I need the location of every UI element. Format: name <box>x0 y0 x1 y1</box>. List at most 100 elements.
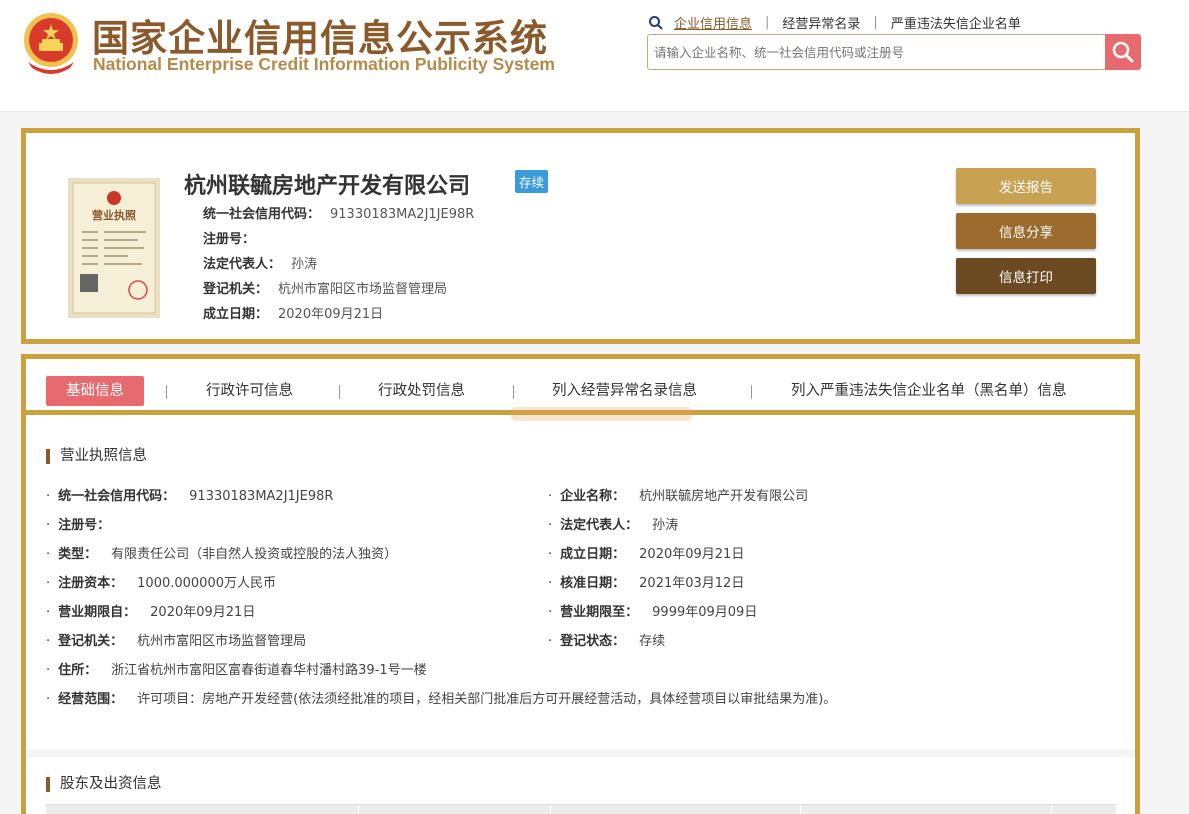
field-reg-number: · 注册号： <box>46 514 124 533</box>
field-reg-status: · 登记状态： 存续 <box>548 630 665 649</box>
tab-separator <box>513 385 514 399</box>
summary-label: 登记机关： <box>203 282 269 297</box>
field-approved: · 核准日期： 2021年03月12日 <box>548 572 744 591</box>
site-title-en: National Enterprise Credit Information P… <box>93 54 555 74</box>
field-label: 核准日期： <box>560 576 626 591</box>
bullet: · <box>46 547 51 562</box>
bullet: · <box>548 489 553 504</box>
field-founded: · 成立日期： 2020年09月21日 <box>548 543 744 562</box>
bullet: · <box>46 634 51 649</box>
field-value: 有限责任公司（非自然人投资或控股的法人独资） <box>111 547 398 562</box>
field-value: 2021年03月12日 <box>639 576 745 591</box>
field-label: 经营范围： <box>58 692 124 707</box>
bullet: · <box>46 576 51 591</box>
section-title-license: 营业执照信息 <box>46 449 147 464</box>
search-bar <box>647 34 1141 70</box>
field-capital: · 注册资本： 1000.000000万人民币 <box>46 572 276 591</box>
field-company-name: · 企业名称： 杭州联毓房地产开发有限公司 <box>548 485 808 504</box>
tab-admin-license[interactable]: 行政许可信息 <box>206 376 293 406</box>
nav-separator: | <box>765 15 770 30</box>
field-credit-code: · 统一社会信用代码： 91330183MA2J1JE98R <box>46 485 333 504</box>
nav-link-abnormal-list[interactable]: 经营异常名录 <box>782 13 860 32</box>
summary-label: 法定代表人： <box>203 257 282 272</box>
share-info-button[interactable]: 信息分享 <box>956 213 1096 249</box>
field-type: · 类型： 有限责任公司（非自然人投资或控股的法人独资） <box>46 543 397 562</box>
table-col-divider <box>1051 805 1052 814</box>
search-icon <box>1112 41 1134 63</box>
company-summary-card: 营业执照 杭州联毓房地产开发有限公司 存续 统一社会信用代码： 91330183M… <box>21 128 1140 344</box>
summary-value: 91330183MA2J1JE98R <box>330 207 475 222</box>
field-value: 浙江省杭州市富阳区富春街道春华村潘村路39-1号一楼 <box>111 663 427 678</box>
nav-link-credit-info[interactable]: 企业信用信息 <box>674 13 752 32</box>
tab-separator <box>339 385 340 399</box>
summary-row-legal-rep: 法定代表人： 孙涛 <box>203 253 317 272</box>
tab-admin-penalty[interactable]: 行政处罚信息 <box>378 376 465 406</box>
field-legal-rep: · 法定代表人： 孙涛 <box>548 514 678 533</box>
field-label: 营业期限至： <box>560 605 639 620</box>
tab-bar: 基础信息 行政许可信息 行政处罚信息 列入经营异常名录信息 列入严重违法失信企业… <box>26 359 1135 421</box>
field-label: 成立日期： <box>560 547 626 562</box>
summary-row-credit-code: 统一社会信用代码： 91330183MA2J1JE98R <box>203 203 474 222</box>
field-label: 类型： <box>58 547 98 562</box>
field-label: 统一社会信用代码： <box>58 489 176 504</box>
bullet: · <box>46 663 51 678</box>
summary-label: 成立日期： <box>203 307 269 322</box>
send-report-button[interactable]: 发送报告 <box>956 168 1096 204</box>
summary-row-authority: 登记机关： 杭州市富阳区市场监督管理局 <box>203 278 447 297</box>
summary-value: 2020年09月21日 <box>278 307 384 322</box>
field-label: 登记状态： <box>560 634 626 649</box>
field-value: 2020年09月21日 <box>150 605 256 620</box>
nav-link-blacklist[interactable]: 严重违法失信企业名单 <box>891 13 1021 32</box>
field-term-to: · 营业期限至： 9999年09月09日 <box>548 601 757 620</box>
tab-blacklist[interactable]: 列入严重违法失信企业名单（黑名单）信息 <box>791 376 1067 406</box>
section-divider <box>26 749 1135 757</box>
watermark-logo <box>511 407 691 421</box>
field-value: 2020年09月21日 <box>639 547 745 562</box>
business-license-image: 营业执照 <box>68 178 160 318</box>
summary-row-reg-number: 注册号： <box>203 228 265 247</box>
field-value: 1000.000000万人民币 <box>137 576 276 591</box>
field-label: 住所： <box>58 663 98 678</box>
field-term-from: · 营业期限自： 2020年09月21日 <box>46 601 255 620</box>
search-input[interactable] <box>654 42 1094 62</box>
field-value: 91330183MA2J1JE98R <box>189 489 334 504</box>
field-label: 企业名称： <box>560 489 626 504</box>
search-small-icon <box>649 15 663 30</box>
bullet: · <box>548 605 553 620</box>
field-label: 法定代表人： <box>560 518 639 533</box>
summary-row-founded: 成立日期： 2020年09月21日 <box>203 303 383 322</box>
field-authority: · 登记机关： 杭州市富阳区市场监督管理局 <box>46 630 306 649</box>
summary-value: 杭州市富阳区市场监督管理局 <box>278 282 448 297</box>
company-name: 杭州联毓房地产开发有限公司 <box>184 174 471 199</box>
table-col-divider <box>358 805 359 814</box>
field-label: 注册号： <box>58 518 111 533</box>
field-value: 许可项目：房地产开发经营(依法须经批准的项目，经相关部门批准后方可开展经营活动，… <box>137 692 837 707</box>
search-button[interactable] <box>1105 34 1141 70</box>
tab-abnormal-list[interactable]: 列入经营异常名录信息 <box>552 376 697 406</box>
bullet: · <box>548 547 553 562</box>
bullet: · <box>46 518 51 533</box>
summary-label: 统一社会信用代码： <box>203 207 321 222</box>
print-info-button[interactable]: 信息打印 <box>956 258 1096 294</box>
field-value: 9999年09月09日 <box>652 605 758 620</box>
field-address: · 住所： 浙江省杭州市富阳区富春街道春华村潘村路39-1号一楼 <box>46 659 427 678</box>
section-title-shareholders: 股东及出资信息 <box>46 777 162 792</box>
field-value: 杭州联毓房地产开发有限公司 <box>639 489 809 504</box>
field-value: 存续 <box>639 634 666 649</box>
license-caption: 营业执照 <box>92 208 136 222</box>
summary-label: 注册号： <box>203 232 256 247</box>
nav-separator: | <box>873 15 878 30</box>
tab-basic-info[interactable]: 基础信息 <box>46 376 144 406</box>
national-emblem-logo <box>24 13 78 74</box>
bullet: · <box>46 605 51 620</box>
tab-separator <box>751 385 752 399</box>
shareholder-table-header <box>46 804 1116 814</box>
bullet: · <box>46 692 51 707</box>
detail-panel: 基础信息 行政许可信息 行政处罚信息 列入经营异常名录信息 列入严重违法失信企业… <box>21 354 1140 814</box>
field-label: 注册资本： <box>58 576 124 591</box>
site-header: 国家企业信用信息公示系统 National Enterprise Credit … <box>0 0 1189 112</box>
bullet: · <box>46 489 51 504</box>
bullet: · <box>548 518 553 533</box>
bullet: · <box>548 634 553 649</box>
field-label: 登记机关： <box>58 634 124 649</box>
